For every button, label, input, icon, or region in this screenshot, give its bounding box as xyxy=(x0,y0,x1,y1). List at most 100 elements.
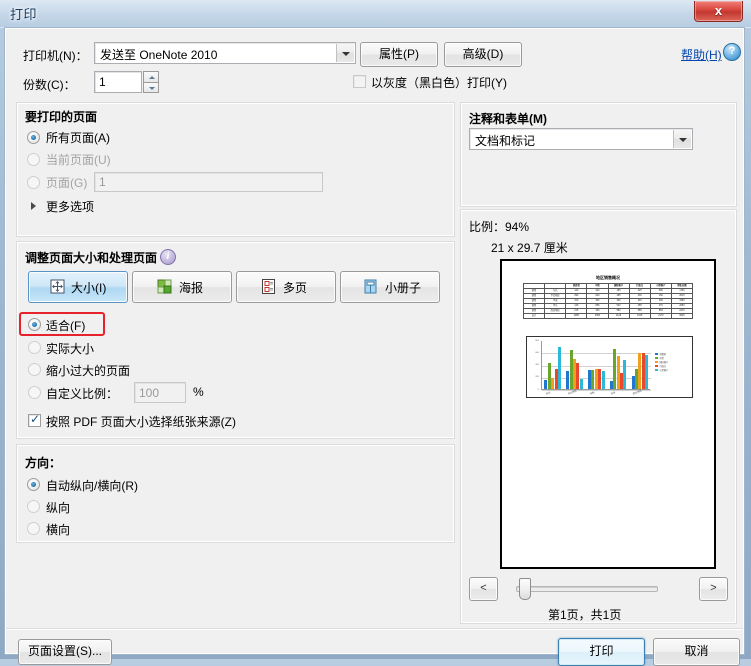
chart-y-tick-label: 200 xyxy=(535,376,539,379)
custom-scale-input[interactable]: 100 xyxy=(134,382,186,403)
question-mark-icon[interactable]: ? xyxy=(723,43,741,61)
close-icon[interactable]: x xyxy=(694,1,743,22)
chart-legend-label: 小型客户 xyxy=(659,370,669,373)
grayscale-label: 以灰度（黑白色）打印(Y) xyxy=(371,76,507,90)
dialog-body: 打印机(N)： 发送至 OneNote 2010 属性(P) 高级(D) 帮助(… xyxy=(4,27,745,666)
chart-bar xyxy=(579,379,583,389)
page-slider-track[interactable] xyxy=(516,586,658,592)
printer-select[interactable]: 发送至 OneNote 2010 xyxy=(94,42,356,64)
help-link[interactable]: 帮助(H) xyxy=(681,46,722,63)
booklet-button[interactable]: 小册子 xyxy=(340,271,440,303)
label-portrait: 纵向 xyxy=(46,501,71,515)
print-button[interactable]: 打印 xyxy=(558,638,645,666)
resize-icon xyxy=(50,279,65,294)
radio-custom-scale[interactable] xyxy=(28,386,41,399)
prev-page-button[interactable]: < xyxy=(469,577,498,601)
radio-landscape[interactable] xyxy=(27,522,40,535)
chevron-down-icon[interactable] xyxy=(336,44,354,62)
stepper-up-icon[interactable] xyxy=(143,71,159,82)
booklet-icon xyxy=(364,279,377,294)
radio-fit[interactable] xyxy=(28,318,41,331)
chevron-down-icon-comments[interactable] xyxy=(673,130,691,148)
radio-actual-size[interactable] xyxy=(28,341,41,354)
radio-portrait[interactable] xyxy=(27,500,40,513)
preview-doc-title: 地区销售概况 xyxy=(596,275,620,280)
preview-table-cell: 2170 xyxy=(649,313,672,319)
printer-label: 打印机(N)： xyxy=(23,49,88,63)
size-button-label: 大小(I) xyxy=(71,281,107,295)
preview-table: 消费者 中型 国际客户 行政方 小型客户 销售总额 销售 东北 140 420 185 325 690 1… xyxy=(522,283,694,319)
label-current-page: 当前页面(U) xyxy=(46,153,111,167)
copies-label: 份数(C)： xyxy=(23,78,76,92)
chart-y-tick-label: 600 xyxy=(535,351,539,354)
chart-bar xyxy=(623,360,627,389)
stepper-down-icon[interactable] xyxy=(143,82,159,93)
sizing-group-title: 调整页面大小和处理页面 xyxy=(25,251,158,265)
page-preview[interactable]: 地区销售概况 消费者 中型 国际客户 行政方 小型客户 销售总额 销售 东北 140 420 185… xyxy=(500,259,716,569)
grayscale-checkbox[interactable] xyxy=(353,75,366,88)
chart-y-tick-label: 400 xyxy=(535,364,539,366)
cancel-button[interactable]: 取消 xyxy=(653,638,740,666)
print-dialog-window: 打印 x 打印机(N)： 发送至 OneNote 2010 属性(P) 高级(D… xyxy=(0,0,751,666)
chart-legend-swatch xyxy=(655,357,658,360)
chart-legend-swatch xyxy=(655,361,658,364)
expand-arrow-icon[interactable] xyxy=(31,202,36,210)
poster-button-label: 海报 xyxy=(179,281,204,295)
page-range-input[interactable]: 1 xyxy=(94,172,323,192)
page-indicator: 第1页，共1页 xyxy=(548,608,622,622)
poster-button[interactable]: 海报 xyxy=(132,271,232,303)
label-actual-size: 实际大小 xyxy=(46,342,95,356)
chart-legend-swatch xyxy=(655,369,658,372)
percent-symbol: % xyxy=(193,385,204,399)
chart-x-tick-label: 华东 xyxy=(610,390,617,396)
copies-input[interactable]: 1 xyxy=(94,71,142,93)
radio-current-page[interactable] xyxy=(27,153,40,166)
label-all-pages: 所有页面(A) xyxy=(46,131,110,145)
label-fit: 适合(F) xyxy=(46,319,86,333)
preview-chart: 800 600 400 200 0 东北 华北地区 华南 华东 西北地区 消费者 中型 国际客户 行政… xyxy=(526,336,693,398)
radio-shrink-oversized[interactable] xyxy=(28,363,41,376)
printer-selected-value: 发送至 OneNote 2010 xyxy=(100,48,218,62)
chart-legend-swatch xyxy=(655,365,658,368)
preview-table-cell: 1085 xyxy=(565,313,588,319)
page-setup-button[interactable]: 页面设置(S)... xyxy=(18,639,112,665)
radio-auto-orientation[interactable] xyxy=(27,478,40,491)
chart-y-tick-label: 0 xyxy=(537,388,539,391)
size-button[interactable]: 大小(I) xyxy=(28,271,128,303)
preview-table-cell: 9645 xyxy=(670,313,694,319)
chart-bar xyxy=(645,354,649,389)
preview-page-surface: 地区销售概况 消费者 中型 国际客户 行政方 小型客户 销售总额 销售 东北 140 420 185… xyxy=(502,261,714,567)
preview-table-cell xyxy=(544,313,567,319)
title-bar: 打印 x xyxy=(0,0,751,28)
advanced-button[interactable]: 高级(D) xyxy=(444,42,522,67)
radio-page-range[interactable] xyxy=(27,176,40,189)
chart-bar xyxy=(558,346,561,389)
properties-button[interactable]: 属性(P) xyxy=(360,42,438,67)
multipage-button-label: 多页 xyxy=(283,281,308,295)
more-options-label[interactable]: 更多选项 xyxy=(46,198,94,215)
preview-table-cell: 2350 xyxy=(586,313,609,319)
chart-x-tick-label: 东北 xyxy=(545,390,551,396)
copies-stepper[interactable] xyxy=(143,71,159,93)
label-landscape: 横向 xyxy=(46,523,71,537)
multipage-icon xyxy=(262,279,275,294)
scale-label: 比例：94% xyxy=(469,220,530,234)
next-page-button[interactable]: > xyxy=(699,577,728,601)
comments-select[interactable]: 文档和标记 xyxy=(469,128,693,150)
paper-source-checkbox[interactable] xyxy=(28,412,41,427)
chart-plot-area xyxy=(541,341,651,391)
label-custom-scale: 自定义比例： xyxy=(46,387,119,401)
radio-all-pages[interactable] xyxy=(27,131,40,144)
poster-icon xyxy=(157,279,172,294)
footer-divider xyxy=(6,628,743,629)
orientation-title: 方向： xyxy=(25,456,62,470)
preview-table-row: 总计 1085 2350 2125 1915 2170 9645 xyxy=(522,313,694,319)
label-shrink-oversized: 缩小过大的页面 xyxy=(46,364,131,378)
info-icon[interactable]: i xyxy=(160,249,176,265)
label-page-range: 页面(G) xyxy=(46,176,88,190)
multipage-button[interactable]: 多页 xyxy=(236,271,336,303)
page-slider-thumb[interactable] xyxy=(519,578,531,600)
paper-source-label: 按照 PDF 页面大小选择纸张来源(Z) xyxy=(46,415,236,429)
preview-table-cell: 1915 xyxy=(628,313,651,319)
comments-selected-value: 文档和标记 xyxy=(475,134,536,148)
